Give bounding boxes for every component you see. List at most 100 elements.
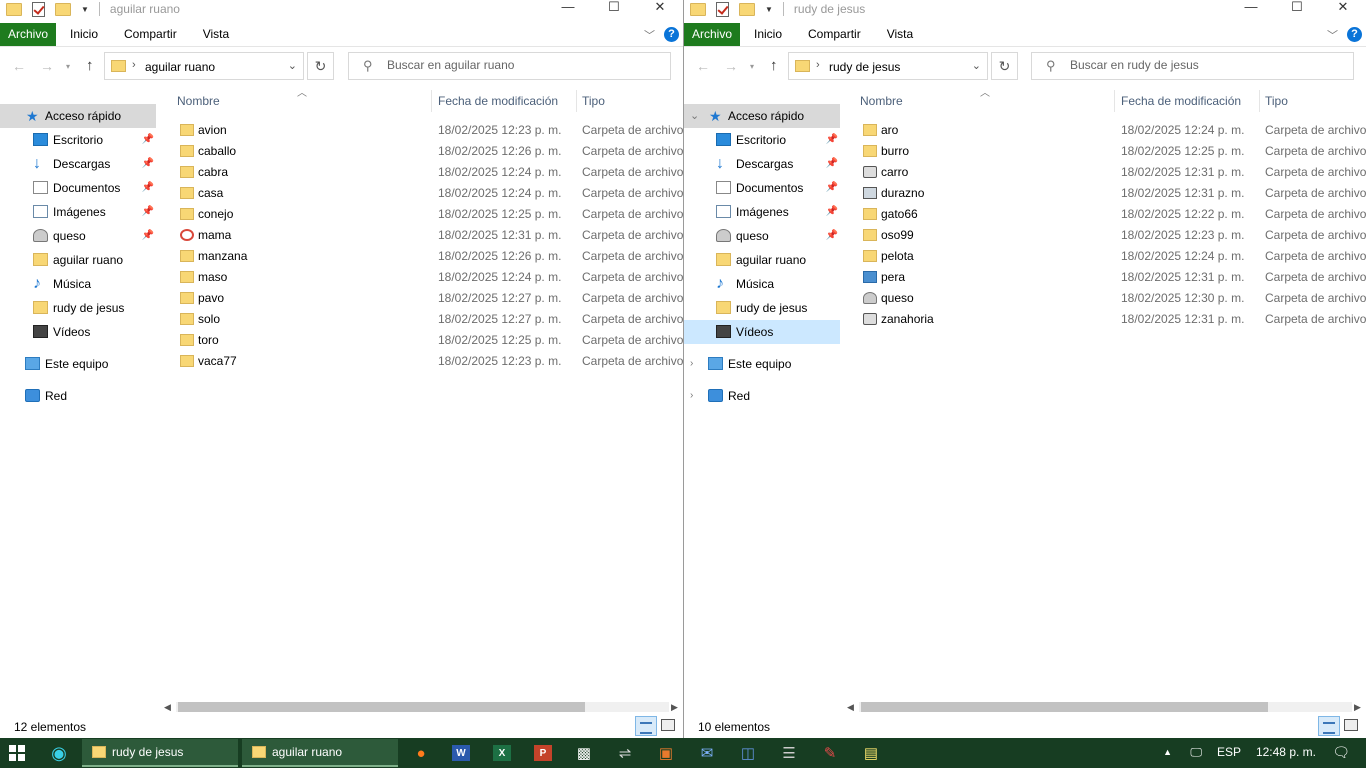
- scroll-thumb[interactable]: [861, 702, 1268, 712]
- sidebar-item-aguilar-ruano[interactable]: aguilar ruano: [0, 248, 156, 272]
- help-icon[interactable]: ?: [1347, 27, 1362, 42]
- back-arrow-icon[interactable]: ←: [696, 58, 710, 74]
- table-row[interactable]: avion 18/02/2025 12:23 p. m. Carpeta de ar…: [160, 120, 683, 141]
- tab-inicio[interactable]: Inicio: [70, 23, 98, 46]
- sidebar-item-videos[interactable]: Vídeos: [0, 320, 156, 344]
- scroll-right-icon[interactable]: ▶: [1354, 700, 1361, 714]
- expand-ribbon-chevron-icon[interactable]: ﹀: [1327, 27, 1338, 43]
- sidebar-item-documentos[interactable]: Documentos 📌: [0, 176, 156, 200]
- breadcrumb-chevron-icon[interactable]: ›: [132, 59, 136, 71]
- search-box[interactable]: ⚲: [1031, 52, 1354, 80]
- horizontal-scrollbar[interactable]: ◀ ▶: [843, 700, 1366, 714]
- details-view-button[interactable]: [1318, 716, 1340, 736]
- scroll-left-icon[interactable]: ◀: [847, 700, 854, 714]
- tab-compartir[interactable]: Compartir: [124, 23, 177, 46]
- scroll-track[interactable]: [859, 702, 1352, 712]
- file-name[interactable]: carro: [881, 162, 908, 183]
- address-bar[interactable]: › aguilar ruano ⌄: [104, 52, 304, 80]
- sidebar-item-musica[interactable]: ♪ Música: [684, 272, 840, 296]
- powerpoint-icon[interactable]: P: [534, 745, 552, 761]
- sidebar-item-musica[interactable]: ♪ Música: [0, 272, 156, 296]
- properties-check-icon[interactable]: [716, 1, 729, 17]
- column-header-type[interactable]: Tipo: [582, 94, 605, 108]
- scroll-right-icon[interactable]: ▶: [671, 700, 678, 714]
- customize-toolbar-dropdown-icon[interactable]: ▼: [81, 5, 89, 14]
- tab-vista[interactable]: Vista: [887, 23, 913, 46]
- sidebar-item-red[interactable]: Red: [0, 384, 156, 408]
- file-name[interactable]: maso: [198, 267, 227, 288]
- table-row[interactable]: caballo 18/02/2025 12:26 p. m. Carpeta de …: [160, 141, 683, 162]
- collapsed-chevron-icon[interactable]: ›: [690, 384, 693, 408]
- word-icon[interactable]: W: [452, 745, 470, 761]
- address-dropdown-icon[interactable]: ⌄: [972, 59, 981, 72]
- search-input[interactable]: [387, 58, 627, 72]
- table-row[interactable]: oso99 18/02/2025 12:23 p. m. Carpeta de ar…: [843, 225, 1366, 246]
- forward-arrow-icon[interactable]: →: [724, 58, 738, 74]
- up-arrow-icon[interactable]: ↑: [86, 57, 94, 74]
- breadcrumb-chevron-icon[interactable]: ›: [816, 59, 820, 71]
- file-name[interactable]: vaca77: [198, 351, 237, 372]
- table-row[interactable]: zanahoria 18/02/2025 12:31 p. m. Carpeta d…: [843, 309, 1366, 330]
- sidebar-item-este-equipo[interactable]: Este equipo: [0, 352, 156, 376]
- sidebar-item-rudy-de-jesus[interactable]: rudy de jesus: [0, 296, 156, 320]
- file-name[interactable]: mama: [198, 225, 231, 246]
- scroll-track[interactable]: [176, 702, 669, 712]
- sidebar-item-rudy-de-jesus[interactable]: rudy de jesus: [684, 296, 840, 320]
- expanded-chevron-icon[interactable]: ⌄: [690, 104, 699, 128]
- large-icons-view-button[interactable]: [1344, 719, 1358, 731]
- network-status-icon[interactable]: 🖵: [1190, 745, 1202, 760]
- server-app-icon[interactable]: ☰: [780, 740, 798, 766]
- file-name[interactable]: avion: [198, 120, 227, 141]
- taskbar-window-aguilar-ruano[interactable]: aguilar ruano: [242, 739, 398, 767]
- notifications-icon[interactable]: 🗨: [1332, 744, 1350, 761]
- help-icon[interactable]: ?: [664, 27, 679, 42]
- table-row[interactable]: durazno 18/02/2025 12:31 p. m. Carpeta de …: [843, 183, 1366, 204]
- file-name[interactable]: pavo: [198, 288, 224, 309]
- sidebar-item-queso[interactable]: queso 📌: [0, 224, 156, 248]
- column-header-date[interactable]: Fecha de modificación: [1121, 94, 1241, 108]
- pen-app-icon[interactable]: ✎: [821, 740, 839, 766]
- file-name[interactable]: solo: [198, 309, 220, 330]
- close-button[interactable]: ✕: [1320, 0, 1366, 16]
- file-name[interactable]: pelota: [881, 246, 914, 267]
- table-row[interactable]: cabra 18/02/2025 12:24 p. m. Carpeta de ar…: [160, 162, 683, 183]
- taskbar-window-rudy-de-jesus[interactable]: rudy de jesus: [82, 739, 238, 767]
- file-name[interactable]: manzana: [198, 246, 247, 267]
- show-hidden-icons-chevron-icon[interactable]: ▲: [1163, 747, 1172, 757]
- details-view-button[interactable]: [635, 716, 657, 736]
- customize-toolbar-dropdown-icon[interactable]: ▼: [765, 5, 773, 14]
- address-bar[interactable]: › rudy de jesus ⌄: [788, 52, 988, 80]
- address-dropdown-icon[interactable]: ⌄: [288, 59, 297, 72]
- file-name[interactable]: toro: [198, 330, 219, 351]
- table-row[interactable]: vaca77 18/02/2025 12:23 p. m. Carpeta de a…: [160, 351, 683, 372]
- table-row[interactable]: casa 18/02/2025 12:24 p. m. Carpeta de arc…: [160, 183, 683, 204]
- table-row[interactable]: solo 18/02/2025 12:27 p. m. Carpeta de arc…: [160, 309, 683, 330]
- scroll-left-icon[interactable]: ◀: [164, 700, 171, 714]
- column-header-date[interactable]: Fecha de modificación: [438, 94, 558, 108]
- table-row[interactable]: pera 18/02/2025 12:31 p. m. Carpeta de arc…: [843, 267, 1366, 288]
- language-indicator[interactable]: ESP: [1217, 745, 1241, 759]
- file-name[interactable]: pera: [881, 267, 905, 288]
- tab-archivo[interactable]: Archivo: [684, 23, 740, 46]
- table-row[interactable]: maso 18/02/2025 12:24 p. m. Carpeta de arc…: [160, 267, 683, 288]
- file-name[interactable]: conejo: [198, 204, 233, 225]
- sidebar-item-queso[interactable]: queso 📌: [684, 224, 840, 248]
- pattern-app-icon[interactable]: ▩: [575, 740, 593, 766]
- sidebar-item-imagenes[interactable]: Imágenes 📌: [684, 200, 840, 224]
- tab-inicio[interactable]: Inicio: [754, 23, 782, 46]
- minimize-button[interactable]: —: [545, 0, 591, 16]
- forward-arrow-icon[interactable]: →: [40, 58, 54, 74]
- search-app-icon[interactable]: ◉: [46, 740, 72, 766]
- sidebar-item-este-equipo[interactable]: › Este equipo: [684, 352, 840, 376]
- maximize-button[interactable]: ☐: [591, 0, 637, 16]
- file-name[interactable]: durazno: [881, 183, 924, 204]
- notes-app-icon[interactable]: ▤: [862, 740, 880, 766]
- outlook-app-icon[interactable]: ✉: [698, 740, 716, 766]
- close-button[interactable]: ✕: [637, 0, 683, 16]
- sidebar-item-quick-access[interactable]: ⌄ ★ Acceso rápido: [684, 104, 840, 128]
- file-name[interactable]: cabra: [198, 162, 228, 183]
- sidebar-item-escritorio[interactable]: Escritorio 📌: [684, 128, 840, 152]
- settings-app-icon[interactable]: ⇌: [616, 740, 634, 766]
- table-row[interactable]: pelota 18/02/2025 12:24 p. m. Carpeta de a…: [843, 246, 1366, 267]
- start-button[interactable]: [9, 745, 26, 762]
